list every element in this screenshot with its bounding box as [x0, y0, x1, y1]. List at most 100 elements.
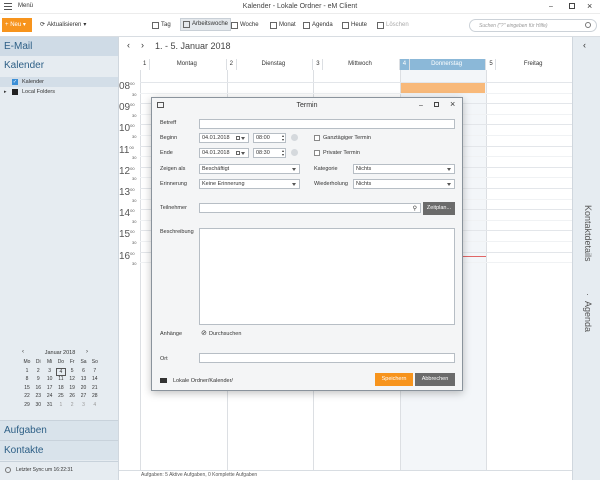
next-week-icon[interactable]: ›: [141, 40, 144, 50]
plus-icon: +: [5, 22, 9, 28]
mini-calendar-day[interactable]: 27: [79, 393, 89, 399]
tab-trash[interactable]: Löschen: [377, 19, 409, 32]
mini-calendar-day[interactable]: 6: [79, 368, 89, 374]
day-header[interactable]: 4 Donnerstag: [399, 59, 487, 70]
day-header[interactable]: 5 Freitag: [486, 59, 572, 70]
tab-label: Heute: [351, 22, 368, 28]
close-icon[interactable]: ×: [587, 1, 592, 11]
mini-calendar-day[interactable]: 31: [45, 402, 55, 408]
attendees-input[interactable]: ⚲: [199, 203, 421, 213]
repeat-select[interactable]: Nichts: [353, 179, 455, 189]
mini-calendar-day[interactable]: 2: [33, 368, 43, 374]
email-section[interactable]: E-Mail: [0, 37, 118, 56]
mini-calendar-day[interactable]: 16: [33, 385, 43, 391]
private-checkbox[interactable]: [314, 150, 320, 156]
mini-calendar-day[interactable]: 9: [33, 376, 43, 382]
mini-calendar-day[interactable]: 29: [22, 402, 32, 408]
mini-calendar-day[interactable]: 8: [22, 376, 32, 382]
cancel-button[interactable]: Abbrechen: [415, 373, 455, 386]
prev-week-icon[interactable]: ‹: [127, 40, 130, 50]
reminder-select[interactable]: Keine Erinnerung: [199, 179, 300, 189]
tab-label: Tag: [161, 22, 171, 28]
contact-picker-icon[interactable]: ⚲: [413, 205, 417, 213]
sidebar-item-kalender[interactable]: ✓ Kalender: [0, 77, 118, 87]
mini-calendar-day[interactable]: 4: [55, 368, 66, 376]
mini-calendar-day[interactable]: 4: [90, 402, 100, 408]
start-time-input[interactable]: 08:00 ▴ ▾: [253, 133, 286, 143]
mini-calendar-day[interactable]: 17: [45, 385, 55, 391]
tab-today[interactable]: Heute: [342, 19, 367, 32]
timezone-icon[interactable]: [291, 134, 298, 141]
day-header[interactable]: 3 Mittwoch: [313, 59, 400, 70]
mini-calendar-day[interactable]: 3: [45, 368, 55, 374]
end-date-picker[interactable]: 04.01.2018: [199, 148, 249, 158]
checkbox-checked-icon[interactable]: ✓: [12, 79, 18, 85]
mini-calendar-day[interactable]: 13: [79, 376, 89, 382]
mini-calendar-day[interactable]: 19: [67, 385, 77, 391]
tab-label: Arbeitswoche: [192, 21, 229, 27]
tab-week-view[interactable]: Woche: [231, 19, 259, 32]
day-header[interactable]: 1 Montag: [140, 59, 227, 70]
mini-calendar-day[interactable]: 30: [33, 402, 43, 408]
location-input[interactable]: [199, 353, 455, 363]
browse-link[interactable]: Durchsuchen: [209, 331, 241, 337]
save-button[interactable]: Speichern: [375, 373, 413, 386]
show-as-select[interactable]: Beschäftigt: [199, 164, 300, 174]
mini-calendar-day[interactable]: 23: [33, 393, 43, 399]
sidebar-item-local-folders[interactable]: ▸ Local Folders: [0, 87, 118, 97]
agenda-tab[interactable]: Agenda: [583, 301, 593, 332]
tab-month-view[interactable]: Monat: [270, 19, 296, 32]
close-icon[interactable]: ×: [450, 97, 455, 112]
mini-calendar-day[interactable]: 24: [45, 393, 55, 399]
collapse-panel-icon[interactable]: ‹: [583, 40, 586, 50]
mini-calendar-day[interactable]: 22: [22, 393, 32, 399]
mini-calendar-day[interactable]: 26: [67, 393, 77, 399]
mini-calendar-day[interactable]: 25: [56, 393, 66, 399]
next-month-icon[interactable]: ›: [86, 349, 88, 355]
mini-calendar-day[interactable]: 1: [56, 402, 66, 408]
start-date-picker[interactable]: 04.01.2018: [199, 133, 249, 143]
allday-checkbox[interactable]: [314, 135, 320, 141]
calendar-section[interactable]: Kalender: [0, 56, 118, 75]
update-button[interactable]: ⟳ Aktualisieren ▾: [40, 19, 86, 32]
end-time-input[interactable]: 08:30 ▴ ▾: [253, 148, 286, 158]
description-input[interactable]: [199, 228, 455, 325]
tab-agenda-view[interactable]: Agenda: [303, 19, 333, 32]
day-header[interactable]: 2 Dienstag: [227, 59, 314, 70]
maximize-icon[interactable]: [434, 102, 439, 107]
subject-input[interactable]: [199, 119, 455, 129]
mini-calendar-day[interactable]: 1: [22, 368, 32, 374]
mini-calendar-day[interactable]: 18: [56, 385, 66, 391]
mini-calendar-day[interactable]: 2: [67, 402, 77, 408]
mini-calendar-day[interactable]: 14: [90, 376, 100, 382]
mini-calendar-day[interactable]: 21: [90, 385, 100, 391]
mini-calendar-day[interactable]: 12: [67, 376, 77, 382]
expand-arrow-icon[interactable]: ▸: [4, 89, 7, 95]
folder-path[interactable]: Lokale Ordner/Kalender/: [173, 378, 233, 384]
new-button[interactable]: + Neu ▾: [2, 18, 32, 32]
mini-calendar-day[interactable]: 10: [45, 376, 55, 382]
tab-day-view[interactable]: Tag: [152, 19, 171, 32]
time-spinner-icon[interactable]: ▴ ▾: [282, 149, 284, 157]
mini-calendar-day[interactable]: 3: [79, 402, 89, 408]
tasks-section[interactable]: Aufgaben: [0, 420, 118, 440]
tab-workweek-view[interactable]: Arbeitswoche: [180, 18, 232, 31]
mini-calendar-day[interactable]: 7: [90, 368, 100, 374]
mini-calendar-day[interactable]: 11: [56, 376, 66, 382]
mini-calendar-day[interactable]: 15: [22, 385, 32, 391]
minimize-icon[interactable]: –: [549, 3, 553, 10]
schedule-button[interactable]: Zeitplan...: [423, 202, 455, 215]
mini-calendar-day[interactable]: 28: [90, 393, 100, 399]
time-spinner-icon[interactable]: ▴ ▾: [282, 134, 284, 142]
search-input[interactable]: Suchen ("?" eingeben für Hilfe): [469, 19, 597, 32]
contact-details-tab[interactable]: Kontaktdetails: [583, 205, 593, 262]
timezone-icon[interactable]: [291, 149, 298, 156]
mini-calendar-day[interactable]: 20: [79, 385, 89, 391]
category-select[interactable]: Nichts: [353, 164, 455, 174]
maximize-icon[interactable]: [569, 3, 575, 9]
minimize-icon[interactable]: –: [419, 98, 423, 113]
contacts-section[interactable]: Kontakte: [0, 440, 118, 460]
paperclip-icon[interactable]: ⊘: [201, 329, 207, 337]
new-event-block[interactable]: [400, 82, 486, 93]
mini-calendar-day[interactable]: 5: [67, 368, 77, 374]
